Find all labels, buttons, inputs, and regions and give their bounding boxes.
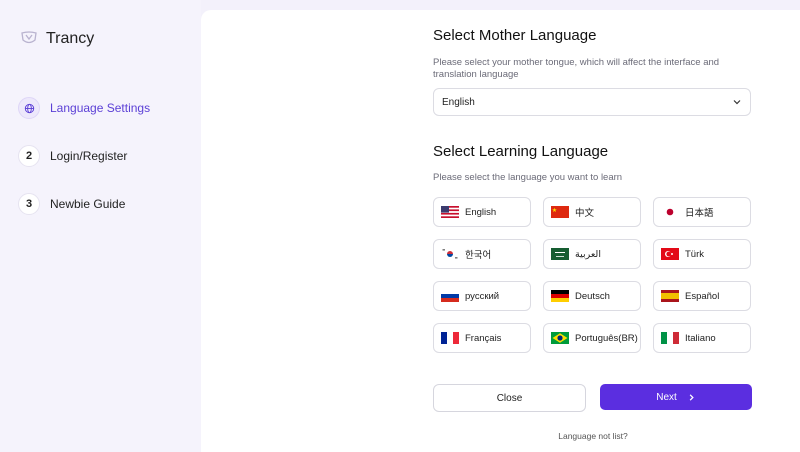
- turkey-flag-icon: [661, 248, 679, 260]
- lang-label: Deutsch: [575, 290, 610, 302]
- globe-icon: [24, 103, 34, 113]
- lang-option-portuguese-br[interactable]: Português(BR): [543, 323, 641, 353]
- lang-label: Português(BR): [575, 332, 638, 344]
- us-flag-icon: [441, 206, 459, 218]
- lang-label: Türk: [685, 248, 704, 260]
- step-1-badge: [18, 97, 40, 119]
- lang-option-korean[interactable]: 한국어: [433, 239, 531, 269]
- saudi-flag-icon: [551, 248, 569, 260]
- lang-label: English: [465, 206, 497, 218]
- mother-language-description: Please select your mother tongue, which …: [433, 57, 720, 80]
- sidebar: Trancy Language Settings 2 Login/Registe…: [0, 0, 201, 452]
- brazil-flag-icon: [551, 332, 569, 344]
- china-flag-icon: [551, 206, 569, 218]
- lang-label: 日本語: [685, 208, 714, 219]
- step-3-badge: 3: [18, 193, 40, 215]
- lang-option-english[interactable]: English: [433, 197, 531, 227]
- lang-option-japanese[interactable]: 日本語: [653, 197, 751, 227]
- lang-option-turkish[interactable]: Türk: [653, 239, 751, 269]
- step-2-badge: 2: [18, 145, 40, 167]
- next-button-label: Next: [656, 391, 677, 403]
- close-button[interactable]: Close: [433, 384, 586, 412]
- lang-option-french[interactable]: Français: [433, 323, 531, 353]
- germany-flag-icon: [551, 290, 569, 302]
- step-language-settings[interactable]: Language Settings: [18, 96, 150, 120]
- lang-option-arabic[interactable]: العربية: [543, 239, 641, 269]
- logo[interactable]: Trancy: [20, 30, 94, 48]
- mother-language-value: English: [442, 96, 475, 108]
- lang-label: русский: [465, 290, 500, 302]
- spain-flag-icon: [661, 290, 679, 302]
- lang-option-chinese[interactable]: 中文: [543, 197, 641, 227]
- lang-label: 中文: [575, 208, 595, 219]
- mother-language-select[interactable]: English: [433, 88, 751, 116]
- lang-option-italian[interactable]: Italiano: [653, 323, 751, 353]
- step-login-register[interactable]: 2 Login/Register: [18, 144, 150, 168]
- italy-flag-icon: [661, 332, 679, 344]
- step-1-label: Language Settings: [50, 101, 151, 115]
- main-panel: Select Mother Language Please select you…: [201, 10, 800, 452]
- step-3-label: Newbie Guide: [50, 197, 126, 211]
- learning-language-heading: Select Learning Language: [433, 143, 609, 160]
- language-not-listed-link[interactable]: Language not list?: [433, 431, 753, 441]
- chevron-right-icon: [689, 393, 694, 401]
- mother-language-heading: Select Mother Language: [433, 27, 597, 44]
- japan-flag-icon: [661, 206, 679, 218]
- lang-option-russian[interactable]: русский: [433, 281, 531, 311]
- lang-label: Italiano: [685, 332, 716, 344]
- setup-steps: Language Settings 2 Login/Register 3 New…: [18, 96, 150, 240]
- lang-label: العربية: [575, 248, 601, 260]
- lang-option-german[interactable]: Deutsch: [543, 281, 641, 311]
- step-2-label: Login/Register: [50, 149, 128, 163]
- learning-language-description: Please select the language you want to l…: [433, 172, 623, 183]
- app-title: Trancy: [46, 30, 95, 47]
- lang-label: 한국어: [465, 250, 492, 261]
- next-button[interactable]: Next: [600, 384, 752, 410]
- trancy-logo-icon: [21, 31, 37, 44]
- france-flag-icon: [441, 332, 459, 344]
- chevron-down-icon: [733, 100, 741, 105]
- step-newbie-guide[interactable]: 3 Newbie Guide: [18, 192, 150, 216]
- russia-flag-icon: [441, 290, 459, 302]
- korea-flag-icon: [441, 248, 459, 260]
- lang-label: Français: [465, 332, 502, 344]
- lang-option-spanish[interactable]: Español: [653, 281, 751, 311]
- lang-label: Español: [685, 290, 720, 302]
